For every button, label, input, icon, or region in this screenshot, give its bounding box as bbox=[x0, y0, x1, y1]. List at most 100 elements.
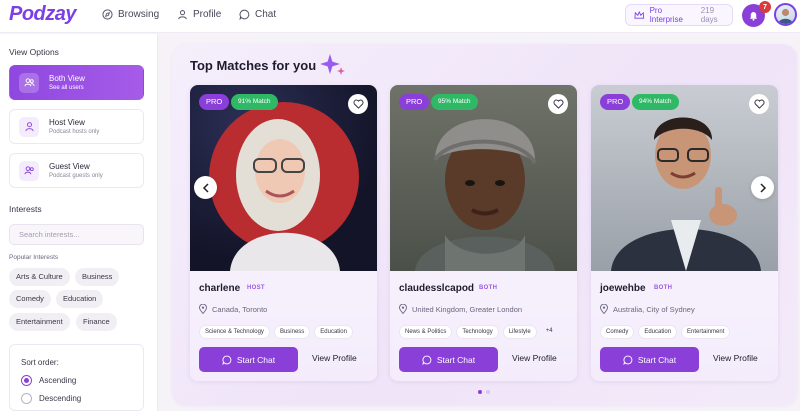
match-tag: News & Politics bbox=[399, 325, 453, 339]
nav-profile[interactable]: Profile bbox=[177, 9, 221, 20]
sort-descending-label: Descending bbox=[39, 394, 82, 403]
favorite-button[interactable] bbox=[548, 94, 568, 114]
view-both-card[interactable]: Both View See all users bbox=[9, 65, 144, 100]
pagination-dot[interactable] bbox=[486, 390, 490, 394]
interests-heading: Interests bbox=[9, 204, 42, 214]
view-profile-button[interactable]: View Profile bbox=[312, 353, 357, 363]
pagination-dot[interactable] bbox=[478, 390, 482, 394]
plan-days: 219 days bbox=[700, 6, 718, 24]
match-location-text: Canada, Toronto bbox=[212, 304, 268, 314]
view-host-title: Host View bbox=[49, 118, 85, 127]
start-chat-label: Start Chat bbox=[236, 354, 276, 365]
avatar-image bbox=[778, 8, 793, 24]
guest-users-icon bbox=[19, 160, 39, 181]
view-profile-button[interactable]: View Profile bbox=[512, 353, 557, 363]
chevron-left-icon bbox=[202, 182, 209, 193]
start-chat-button[interactable]: Start Chat bbox=[600, 347, 699, 372]
match-tag: Education bbox=[314, 325, 353, 339]
match-tags: Comedy Education Entertainment bbox=[600, 325, 731, 339]
sort-descending-option[interactable]: Descending bbox=[21, 393, 81, 404]
view-profile-button[interactable]: View Profile bbox=[713, 353, 758, 363]
more-tags-count[interactable]: +4 bbox=[541, 325, 558, 339]
top-matches-title: Top Matches for you bbox=[190, 58, 317, 73]
view-host-card[interactable]: Host View Podcast hosts only bbox=[9, 109, 144, 144]
crown-icon bbox=[634, 10, 645, 19]
interest-chip-arts[interactable]: Arts & Culture bbox=[9, 268, 70, 286]
start-chat-button[interactable]: Start Chat bbox=[399, 347, 498, 372]
location-pin-icon bbox=[199, 304, 207, 314]
nav-chat[interactable]: Chat bbox=[239, 9, 276, 20]
match-location: United Kingdom, Greater London bbox=[399, 304, 522, 314]
users-icon bbox=[19, 72, 39, 93]
app-logo[interactable]: Podzay bbox=[9, 3, 77, 26]
pro-badge: PRO bbox=[399, 94, 430, 110]
match-badge: 95% Match bbox=[431, 94, 478, 110]
chat-bubble-icon bbox=[222, 355, 232, 365]
start-chat-button[interactable]: Start Chat bbox=[199, 347, 298, 372]
favorite-button[interactable] bbox=[749, 94, 769, 114]
carousel-next-button[interactable] bbox=[751, 176, 774, 199]
view-options-heading: View Options bbox=[9, 47, 59, 57]
interests-search-input[interactable]: Search interests... bbox=[9, 224, 144, 245]
view-guest-title: Guest View bbox=[49, 162, 90, 171]
pro-badge: PRO bbox=[600, 94, 631, 110]
interest-chip-business[interactable]: Business bbox=[75, 268, 120, 286]
match-location: Canada, Toronto bbox=[199, 304, 267, 314]
match-tag: Lifestyle bbox=[502, 325, 537, 339]
heart-icon bbox=[552, 99, 564, 109]
chat-icon bbox=[239, 9, 250, 20]
nav-chat-label: Chat bbox=[255, 9, 277, 20]
match-badge: 94% Match bbox=[632, 94, 679, 110]
match-tag: Comedy bbox=[600, 325, 635, 339]
interest-chip-entertainment[interactable]: Entertainment bbox=[9, 313, 70, 331]
match-role: HOST bbox=[247, 285, 265, 291]
match-location-text: United Kingdom, Greater London bbox=[412, 304, 523, 314]
match-tag: Technology bbox=[456, 325, 499, 339]
chat-bubble-icon bbox=[623, 355, 633, 365]
plan-pill[interactable]: Pro Interprise 219 days bbox=[625, 4, 733, 26]
match-tag: Science & Technology bbox=[199, 325, 270, 339]
view-guest-subtitle: Podcast guests only bbox=[49, 173, 103, 179]
interest-chip-comedy[interactable]: Comedy bbox=[9, 290, 51, 308]
match-location-text: Australia, City of Sydney bbox=[613, 304, 695, 314]
nav-browsing[interactable]: Browsing bbox=[102, 9, 159, 20]
photo-charlene bbox=[209, 102, 359, 271]
match-tags: News & Politics Technology Lifestyle +4 bbox=[399, 325, 558, 339]
match-name: charlene bbox=[199, 283, 241, 294]
view-host-subtitle: Podcast hosts only bbox=[49, 129, 100, 135]
bell-icon bbox=[749, 12, 758, 21]
interest-chip-education[interactable]: Education bbox=[56, 290, 104, 308]
interest-chip-finance[interactable]: Finance bbox=[76, 313, 117, 331]
view-guest-card[interactable]: Guest View Podcast guests only bbox=[9, 153, 144, 188]
profile-photo[interactable] bbox=[390, 85, 577, 271]
match-card-charlene[interactable]: PRO 91% Match charlene HOST Canada, Toro… bbox=[190, 85, 377, 381]
radio-ascending[interactable] bbox=[21, 375, 32, 386]
match-tag: Education bbox=[638, 325, 678, 339]
match-card-joewehbe[interactable]: PRO 94% Match joewehbe BOTH Australia, C… bbox=[591, 85, 778, 381]
notification-badge: 7 bbox=[759, 1, 771, 13]
chat-bubble-icon bbox=[422, 355, 432, 365]
radio-descending[interactable] bbox=[21, 393, 32, 404]
chevron-right-icon bbox=[759, 182, 766, 193]
match-card-claudesslcapod[interactable]: PRO 95% Match claudesslcapod BOTH United… bbox=[390, 85, 577, 381]
nav-browsing-label: Browsing bbox=[118, 9, 160, 20]
carousel-prev-button[interactable] bbox=[194, 176, 217, 199]
heart-icon bbox=[753, 99, 765, 109]
profile-photo[interactable] bbox=[190, 85, 377, 271]
photo-claudesslcapod bbox=[415, 119, 555, 271]
location-pin-icon bbox=[600, 304, 608, 314]
match-tag: Business bbox=[273, 325, 311, 339]
sort-ascending-option[interactable]: Ascending bbox=[21, 375, 76, 386]
user-icon bbox=[178, 10, 187, 20]
photo-joewehbe bbox=[611, 117, 761, 271]
compass-icon bbox=[102, 9, 113, 20]
profile-photo[interactable] bbox=[591, 85, 778, 271]
user-avatar[interactable] bbox=[774, 3, 797, 26]
sort-order-box: Sort order: Ascending Descending bbox=[9, 344, 144, 411]
match-tag: Entertainment bbox=[681, 325, 731, 339]
popular-interests-heading: Popular Interests bbox=[9, 254, 59, 261]
match-tags: Science & Technology Business Education bbox=[199, 325, 353, 339]
favorite-button[interactable] bbox=[348, 94, 368, 114]
location-pin-icon bbox=[399, 304, 407, 314]
host-user-icon bbox=[19, 116, 39, 137]
